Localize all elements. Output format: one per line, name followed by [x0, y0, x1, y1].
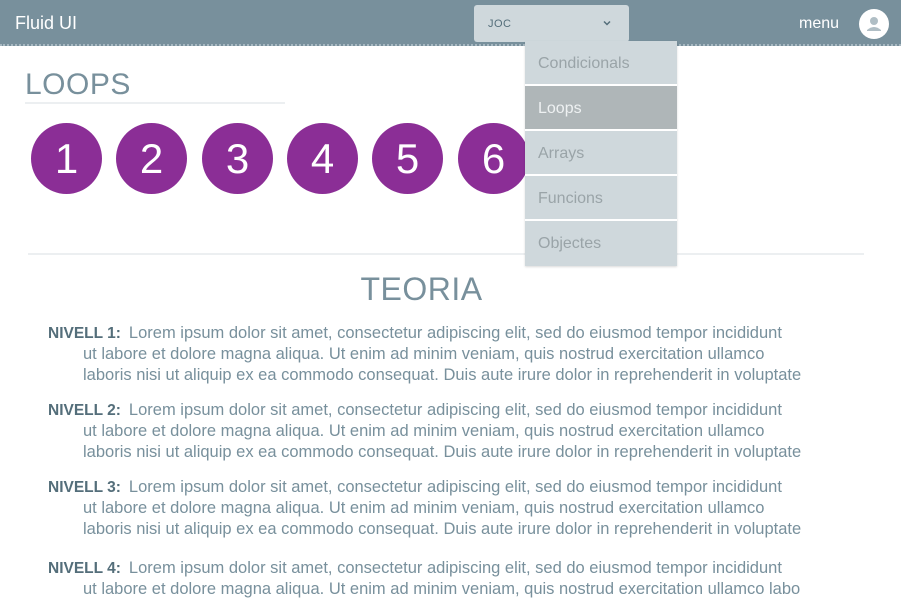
entry-text-line: Lorem ipsum dolor sit amet, consectetur … — [128, 401, 782, 419]
dropdown-item-loops[interactable]: Loops — [525, 86, 677, 131]
theory-entry-4: NIVELL 4: Lorem ipsum dolor sit amet, con… — [48, 558, 878, 600]
level-button-2[interactable]: 2 — [116, 123, 187, 194]
entry-label: NIVELL 4: — [48, 560, 121, 577]
entry-text-line: Lorem ipsum dolor sit amet, consectetur … — [128, 478, 782, 496]
dropdown-item-arrays[interactable]: Arrays — [525, 131, 677, 176]
chevron-down-icon — [601, 16, 613, 28]
level-button-3[interactable]: 3 — [202, 123, 273, 194]
section-divider — [28, 253, 864, 255]
entry-text-line: laboris nisi ut aliquip ex ea commodo co… — [83, 443, 802, 461]
theory-title: TEORIA — [360, 271, 483, 307]
entry-text-line: ut labore et dolore magna aliqua. Ut eni… — [83, 499, 765, 517]
theory-entry-2: NIVELL 2: Lorem ipsum dolor sit amet, con… — [48, 400, 878, 463]
level-button-1[interactable]: 1 — [31, 123, 102, 194]
entry-text-line: Lorem ipsum dolor sit amet, consectetur … — [128, 559, 782, 577]
top-navbar: Fluid UI JOC menu — [0, 0, 901, 46]
menu-link[interactable]: menu — [799, 15, 839, 33]
level-button-6[interactable]: 6 — [458, 123, 529, 194]
level-button-5[interactable]: 5 — [372, 123, 443, 194]
entry-text-line: Lorem ipsum dolor sit amet, consectetur … — [128, 324, 782, 342]
entry-text-line: ut labore et dolore magna aliqua. Ut eni… — [83, 345, 765, 363]
game-select-value: JOC — [488, 18, 512, 30]
section-title: LOOPS — [25, 68, 131, 101]
dropdown-item-condicionals[interactable]: Condicionals — [525, 41, 677, 86]
entry-label: NIVELL 1: — [48, 325, 121, 342]
dropdown-item-funcions[interactable]: Funcions — [525, 176, 677, 221]
title-underline — [25, 102, 285, 104]
game-select[interactable]: JOC — [474, 5, 629, 42]
game-select-dropdown: Condicionals Loops Arrays Funcions Objec… — [525, 41, 677, 266]
entry-label: NIVELL 2: — [48, 402, 121, 419]
level-button-4[interactable]: 4 — [287, 123, 358, 194]
theory-entry-3: NIVELL 3: Lorem ipsum dolor sit amet, con… — [48, 477, 878, 540]
entry-text-line: ut labore et dolore magna aliqua. Ut eni… — [83, 580, 801, 598]
entry-text-line: laboris nisi ut aliquip ex ea commodo co… — [83, 366, 802, 384]
entry-text-line: laboris nisi ut aliquip ex ea commodo co… — [83, 520, 802, 538]
user-icon[interactable] — [859, 9, 889, 39]
dropdown-item-objectes[interactable]: Objectes — [525, 221, 677, 266]
theory-entry-1: NIVELL 1: Lorem ipsum dolor sit amet, con… — [48, 323, 878, 386]
entry-label: NIVELL 3: — [48, 479, 121, 496]
entry-text-line: ut labore et dolore magna aliqua. Ut eni… — [83, 422, 765, 440]
brand-title[interactable]: Fluid UI — [15, 13, 77, 34]
